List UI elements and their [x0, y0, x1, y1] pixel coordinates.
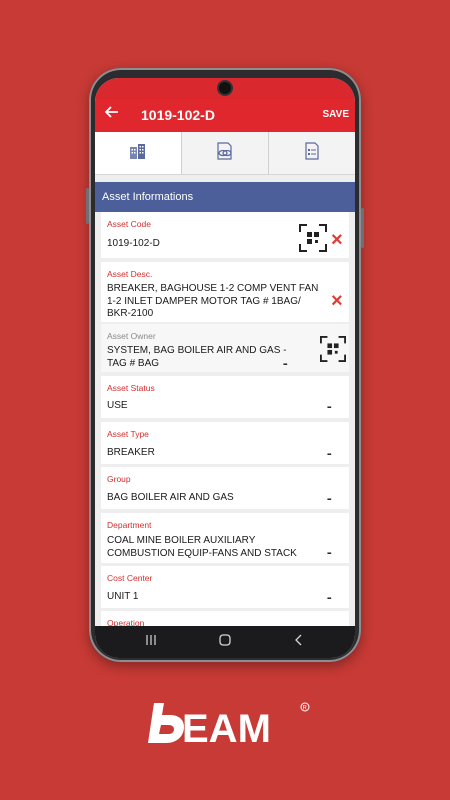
field-label: Asset Status	[107, 383, 155, 393]
asset-form: Asset Code 1019-102-D × Asset Desc. BREA…	[101, 212, 349, 626]
field-cost-center[interactable]: Cost Center UNIT 1 ▪▪▪	[101, 566, 349, 608]
field-label: Asset Code	[107, 219, 151, 229]
field-label: Group	[107, 474, 131, 484]
field-asset-status[interactable]: Asset Status USE ▪▪▪	[101, 376, 349, 418]
list-document-icon	[303, 141, 321, 165]
field-label: Asset Desc.	[107, 269, 153, 279]
field-asset-owner[interactable]: Asset Owner SYSTEM, BAG BOILER AIR AND G…	[101, 324, 349, 372]
field-label: Asset Owner	[107, 331, 156, 341]
field-asset-desc[interactable]: Asset Desc. BREAKER, BAGHOUSE 1-2 COMP V…	[101, 262, 349, 322]
screen: 1019-102-D SAVE Asset Informations Asset…	[95, 78, 355, 658]
field-label: Department	[107, 520, 152, 530]
field-value: COAL MINE BOILER AUXILIARY COMBUSTION EQ…	[107, 535, 297, 559]
app-bar: 1019-102-D SAVE	[95, 98, 355, 132]
tab-links[interactable]	[182, 132, 269, 174]
system-back-icon[interactable]	[293, 634, 305, 649]
more-options-icon[interactable]: ▪▪▪	[327, 594, 332, 604]
more-options-icon[interactable]: ▪▪▪	[283, 360, 288, 370]
more-options-icon[interactable]: ▪▪▪	[327, 495, 332, 505]
svg-text:R: R	[303, 706, 308, 712]
field-value: BREAKER	[107, 447, 155, 458]
page-title: 1019-102-D	[141, 107, 215, 123]
more-options-icon[interactable]: ▪▪▪	[327, 549, 332, 559]
field-label: Operation	[107, 618, 145, 626]
recent-apps-icon[interactable]	[145, 634, 157, 649]
field-operation[interactable]: Operation	[101, 611, 349, 626]
field-label: Cost Center	[107, 573, 153, 583]
beam-logo: EAM R	[134, 695, 314, 755]
front-camera	[219, 82, 231, 94]
field-value: 1019-102-D	[107, 238, 160, 249]
field-asset-type[interactable]: Asset Type BREAKER ▪▪▪	[101, 422, 349, 464]
tab-details[interactable]	[269, 132, 355, 174]
buildings-icon	[128, 143, 148, 164]
home-icon[interactable]	[219, 634, 231, 649]
field-label: Asset Type	[107, 429, 149, 439]
power-button	[361, 208, 364, 248]
back-arrow-icon[interactable]	[104, 105, 119, 124]
phone-frame: 1019-102-D SAVE Asset Informations Asset…	[86, 68, 364, 662]
save-button[interactable]: SAVE	[323, 109, 350, 120]
clear-icon[interactable]: ×	[331, 230, 343, 250]
field-department[interactable]: Department COAL MINE BOILER AUXILIARY CO…	[101, 513, 349, 563]
field-group[interactable]: Group BAG BOILER AIR AND GAS ▪▪▪	[101, 467, 349, 509]
qr-scan-icon[interactable]	[320, 336, 346, 362]
field-value: BREAKER, BAGHOUSE 1-2 COMP VENT FAN 1-2 …	[107, 283, 319, 319]
field-value: BAG BOILER AIR AND GAS	[107, 492, 234, 503]
field-value: SYSTEM, BAG BOILER AIR AND GAS - TAG # B…	[107, 345, 287, 369]
link-document-icon	[215, 141, 235, 165]
field-value: USE	[107, 400, 128, 411]
field-asset-code[interactable]: Asset Code 1019-102-D ×	[101, 212, 349, 258]
tab-bar	[95, 132, 355, 175]
system-nav-bar	[95, 626, 355, 658]
qr-scan-icon[interactable]	[299, 224, 327, 252]
section-header: Asset Informations	[95, 182, 355, 212]
more-options-icon[interactable]: ▪▪▪	[327, 450, 332, 460]
svg-text:EAM: EAM	[182, 707, 271, 751]
volume-button	[86, 188, 89, 224]
more-options-icon[interactable]: ▪▪▪	[327, 403, 332, 413]
clear-icon[interactable]: ×	[331, 291, 343, 311]
tab-asset-info[interactable]	[95, 132, 182, 174]
field-value: UNIT 1	[107, 591, 139, 602]
